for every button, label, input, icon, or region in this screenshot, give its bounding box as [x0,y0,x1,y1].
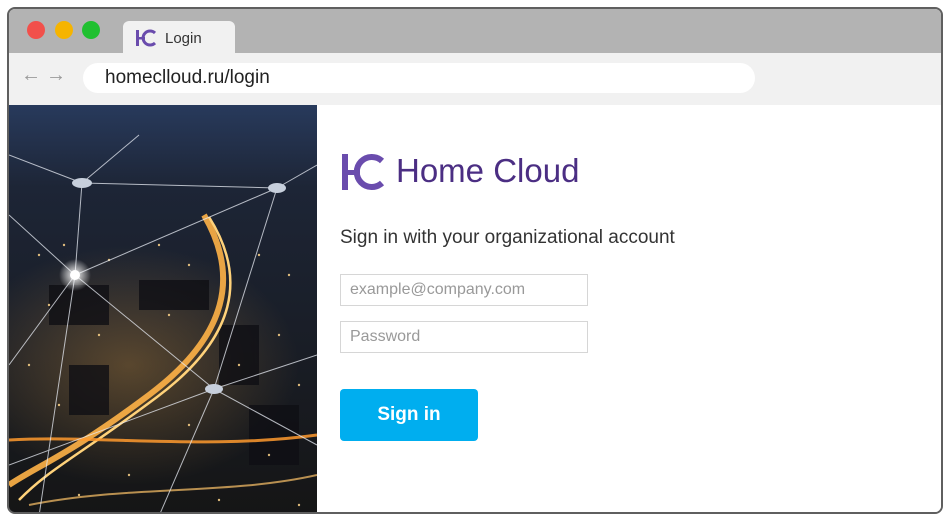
home-cloud-logo-icon [342,154,385,190]
home-cloud-logo-icon [136,29,157,47]
close-window-button[interactable] [27,21,45,39]
address-bar[interactable]: homeclloud.ru/login [83,63,755,93]
browser-tab-login[interactable]: Login [123,21,235,54]
email-field[interactable] [340,274,588,306]
city-network-hero-image [9,105,317,512]
maximize-window-button[interactable] [82,21,100,39]
browser-toolbar: ← → homeclloud.ru/login [9,53,941,105]
signin-button[interactable]: Sign in [340,389,478,441]
page-content: Home Cloud Sign in with your organizatio… [9,105,941,512]
browser-titlebar: Login [9,9,941,54]
back-arrow-icon[interactable]: ← [21,65,41,85]
tab-title: Login [165,30,202,47]
browser-window: Login ← → homeclloud.ru/login Home Cloud… [7,7,943,514]
signin-heading: Sign in with your organizational account [340,227,675,248]
forward-arrow-icon[interactable]: → [46,65,66,85]
password-field[interactable] [340,321,588,353]
login-panel: Home Cloud Sign in with your organizatio… [317,105,941,512]
minimize-window-button[interactable] [55,21,73,39]
brand-name: Home Cloud [396,152,580,189]
